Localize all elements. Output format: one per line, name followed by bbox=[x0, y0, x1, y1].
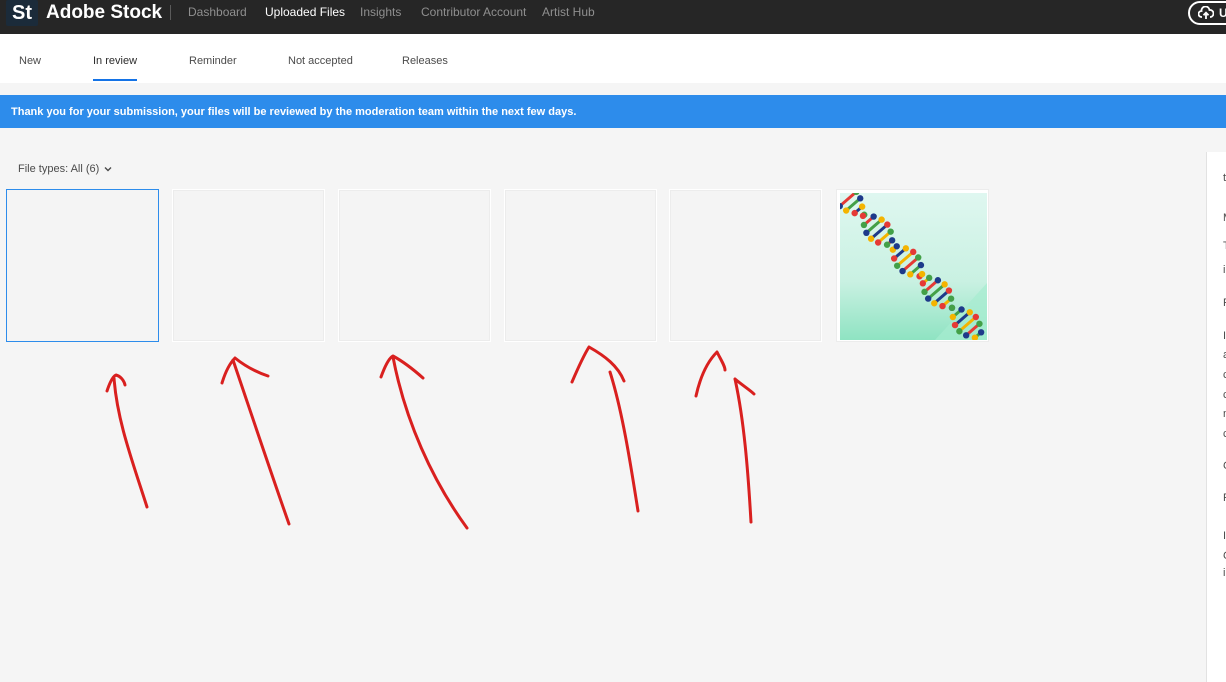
annotation-arrow-5 bbox=[696, 352, 754, 522]
file-details-panel: tMTiFIaccncCFICi bbox=[1206, 152, 1226, 682]
panel-text-fragment: i bbox=[1223, 264, 1225, 277]
annotation-arrow-2 bbox=[222, 358, 289, 524]
annotation-arrow-3 bbox=[381, 356, 467, 528]
panel-text-fragment: i bbox=[1223, 567, 1225, 580]
annotation-arrow-1 bbox=[107, 375, 147, 507]
annotation-arrows bbox=[0, 0, 1226, 673]
annotation-arrow-4 bbox=[572, 347, 638, 511]
